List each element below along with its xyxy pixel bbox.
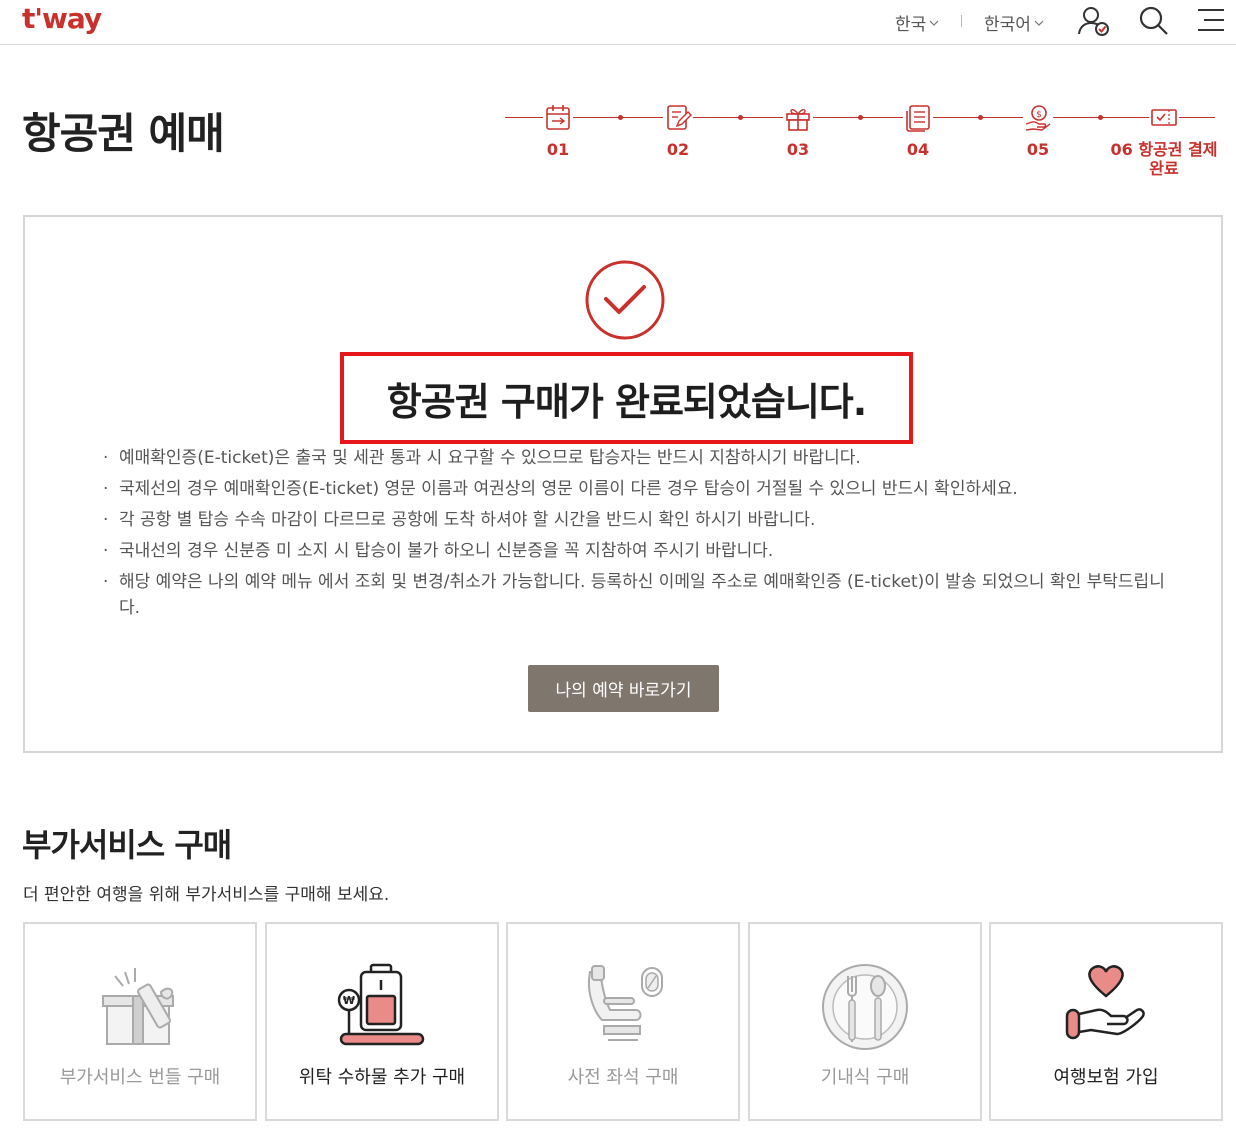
step-dot bbox=[1098, 115, 1103, 120]
country-label: 한국 bbox=[895, 15, 927, 35]
card-insurance[interactable]: 여행보험 가입 bbox=[989, 922, 1223, 1121]
card-label: 부가서비스 번들 구매 bbox=[59, 1067, 221, 1088]
svg-text:$: $ bbox=[1036, 110, 1042, 120]
bundle-gift-icon bbox=[102, 968, 174, 1045]
card-label: 여행보험 가입 bbox=[1053, 1067, 1159, 1088]
check-circle-icon bbox=[585, 260, 665, 340]
step-number: 06 항공권 결제 완료 bbox=[1110, 140, 1218, 178]
step-03: 03 bbox=[753, 104, 843, 159]
payment-hand-icon: $ bbox=[1023, 104, 1053, 132]
notice-item: 국제선의 경우 예매확인증(E-ticket) 영문 이름과 여권상의 영문 이… bbox=[103, 476, 1183, 502]
language-selector[interactable]: 한국어 bbox=[984, 10, 1044, 35]
heart-hand-icon bbox=[1065, 965, 1145, 1040]
card-baggage[interactable]: ₩ 위탁 수하물 추가 구매 bbox=[265, 922, 499, 1121]
chevron-down-icon bbox=[1034, 20, 1044, 26]
notice-list: 예매확인증(E-ticket)은 출국 및 세관 통과 시 요구할 수 있으므로… bbox=[103, 445, 1183, 626]
header-divider bbox=[961, 15, 962, 27]
card-label: 사전 좌석 구매 bbox=[567, 1067, 679, 1088]
gift-icon bbox=[783, 104, 813, 132]
step-05: $ 05 bbox=[993, 104, 1083, 159]
step-02: 02 bbox=[633, 104, 723, 159]
my-reservation-button[interactable]: 나의 예약 바로가기 bbox=[528, 665, 719, 712]
step-06-current: 06 항공권 결제 완료 bbox=[1108, 104, 1220, 178]
country-selector[interactable]: 한국 bbox=[895, 10, 939, 35]
booking-steps: 01 02 03 04 $ 05 06 항공권 결제 완료 bbox=[505, 100, 1220, 190]
svg-text:₩: ₩ bbox=[343, 994, 355, 1007]
extras-title: 부가서비스 구매 bbox=[22, 826, 232, 864]
tway-logo[interactable]: t'way bbox=[22, 2, 102, 35]
ticket-check-icon bbox=[1149, 104, 1179, 132]
card-meal[interactable]: 기내식 구매 bbox=[748, 922, 982, 1121]
search-icon[interactable] bbox=[1137, 4, 1171, 38]
edit-document-icon bbox=[663, 104, 693, 132]
notice-item: 국내선의 경우 신분증 미 소지 시 탑승이 불가 하오니 신분증을 꼭 지참하… bbox=[103, 538, 1183, 564]
step-number: 02 bbox=[666, 140, 690, 159]
step-number: 03 bbox=[786, 140, 810, 159]
card-label: 위탁 수하물 추가 구매 bbox=[298, 1067, 466, 1088]
step-dot bbox=[738, 115, 743, 120]
card-seat[interactable]: 사전 좌석 구매 bbox=[506, 922, 740, 1121]
step-number: 01 bbox=[546, 140, 570, 159]
notice-item: 해당 예약은 나의 예약 메뉴 에서 조회 및 변경/취소가 가능합니다. 등록… bbox=[103, 569, 1183, 621]
notice-item: 각 공항 별 탑승 수속 마감이 다르므로 공항에 도착 하셔야 할 시간을 반… bbox=[103, 507, 1183, 533]
step-04: 04 bbox=[873, 104, 963, 159]
completion-title: 항공권 구매가 완료되었습니다. bbox=[386, 379, 867, 424]
completion-panel: 항공권 구매가 완료되었습니다. 예매확인증(E-ticket)은 출국 및 세… bbox=[23, 215, 1223, 753]
step-01: 01 bbox=[513, 104, 603, 159]
step-dot bbox=[618, 115, 623, 120]
step-dot bbox=[978, 115, 983, 120]
notice-item: 예매확인증(E-ticket)은 출국 및 세관 통과 시 요구할 수 있으므로… bbox=[103, 445, 1183, 471]
calendar-plane-icon bbox=[543, 104, 573, 132]
list-document-icon bbox=[903, 104, 933, 132]
completion-title-highlight: 항공권 구매가 완료되었습니다. bbox=[340, 352, 913, 444]
card-label: 기내식 구매 bbox=[820, 1067, 910, 1088]
step-number: 05 bbox=[1026, 140, 1050, 159]
step-number: 04 bbox=[906, 140, 930, 159]
language-label: 한국어 bbox=[984, 15, 1031, 35]
extras-subtitle: 더 편안한 여행을 위해 부가서비스를 구매해 보세요. bbox=[23, 885, 390, 905]
page-title: 항공권 예매 bbox=[22, 109, 225, 158]
baggage-scale-icon: ₩ bbox=[337, 963, 425, 1046]
menu-icon[interactable] bbox=[1194, 4, 1228, 38]
airplane-seat-icon bbox=[588, 965, 663, 1041]
chevron-down-icon bbox=[929, 20, 939, 26]
card-bundle[interactable]: 부가서비스 번들 구매 bbox=[23, 922, 257, 1121]
step-dot bbox=[858, 115, 863, 120]
user-check-icon[interactable] bbox=[1077, 4, 1111, 38]
top-header: t'way 한국 한국어 bbox=[0, 0, 1236, 45]
meal-plate-icon bbox=[822, 964, 908, 1050]
